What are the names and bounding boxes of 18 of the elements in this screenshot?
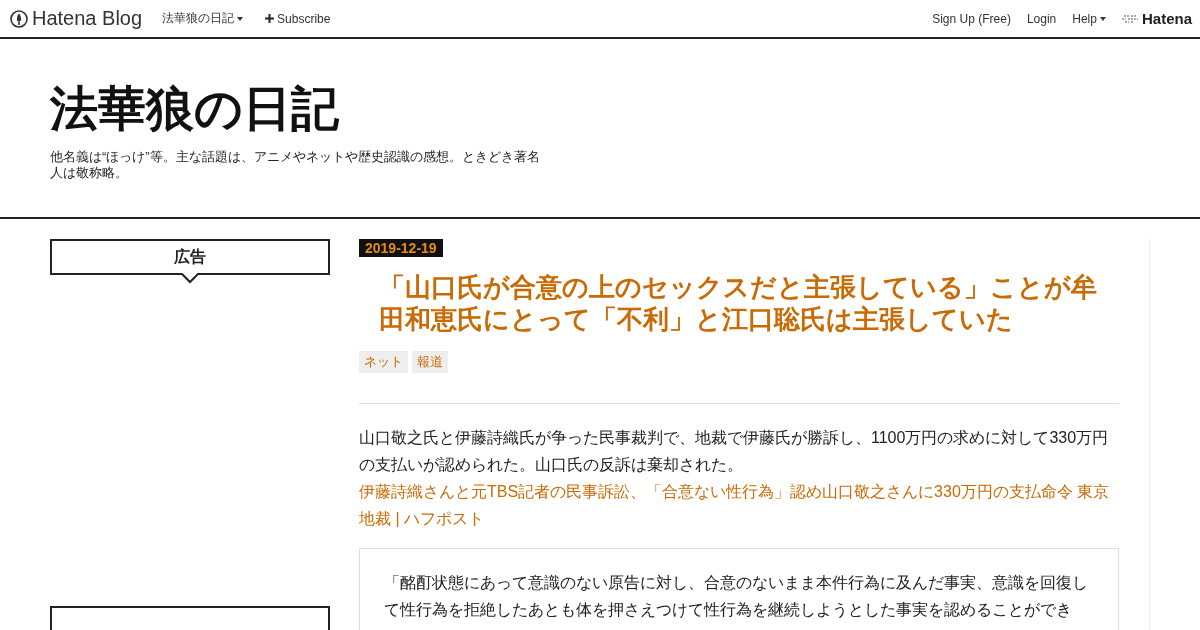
pointer-icon [180,273,200,284]
entry-paragraph: 山口敬之氏と伊藤詩織氏が争った民事裁判で、地裁で伊藤氏が勝訴し、1100万円の求めに対して330万円の支払いが認められた。山口氏の反訴は棄却された。 [359,428,1110,475]
entry-title[interactable]: 「山口氏が合意の上のセックスだと主張している」ことが牟田和恵氏にとって「不利」と江口聡氏は主張していた [359,271,1119,335]
subscribe-link[interactable]: Subscribe [265,11,331,26]
caret-icon [1099,16,1106,21]
nav-link[interactable]: Sign Up (Free) [932,11,1011,26]
article-link[interactable]: 伊藤詩織さんと元TBS記者の民事訴訟、「合意ない性行為」認め山口敬之さんに330万円の支払命令 東京地裁 | ハフポスト [359,478,1119,532]
plus-icon [265,14,275,23]
help-menu[interactable]: Help [1072,11,1106,26]
hatena-blog-logo[interactable]: Hatena Blog [10,7,143,30]
entry-date[interactable]: 2019-12-19 [359,239,443,257]
caret-icon [237,16,244,21]
blog-title[interactable]: 法華狼の日記 [50,77,1150,141]
blog-description: 他名義は“ほっけ”等。主な話題は、アニメやネットや歴史認識の感想。ときどき著名人は敬称略。 [50,149,541,181]
blockquote: 「酩酊状態にあって意識のない原告に対し、合意のないまま本件行為に及んだ事実、意識を回復して性行為を拒絶したあとも体を押さえつけて性行為を継続しようとした事実を認めることができ [359,548,1119,630]
nav-link[interactable]: Login [1026,11,1057,26]
hatena-logo[interactable]: Hatena [1121,10,1192,27]
blog-menu[interactable]: 法華狼の日記 [162,10,244,27]
